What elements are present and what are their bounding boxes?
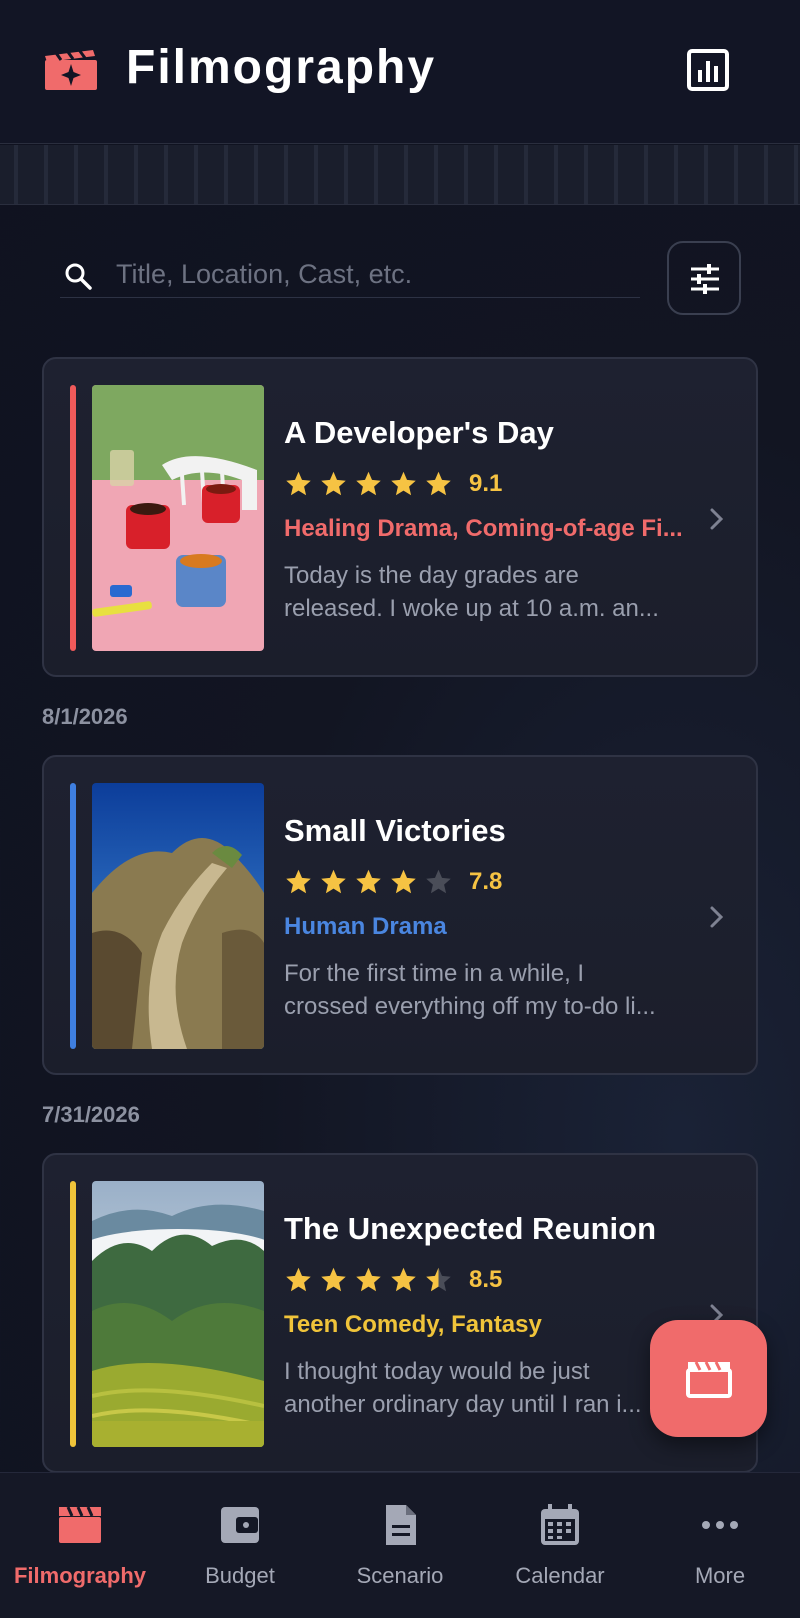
filmography-card[interactable]: Small Victories 7.8 Human Drama For the …	[42, 755, 758, 1075]
nav-item-budget[interactable]: Budget	[160, 1473, 320, 1618]
rating-value: 7.8	[469, 868, 503, 895]
filmography-card[interactable]: The Unexpected Reunion 8.5 Teen Comedy, …	[42, 1153, 758, 1473]
star-icon	[391, 1267, 416, 1292]
rating-value: 8.5	[469, 1266, 503, 1293]
card-thumbnail-image	[92, 1181, 264, 1447]
star-rating: 8.5	[284, 1265, 502, 1295]
star-icon	[391, 471, 416, 496]
card-genres: Teen Comedy, Fantasy	[284, 1311, 542, 1338]
search-bar	[60, 250, 640, 298]
description-line: crossed everything off my to-do li...	[284, 993, 656, 1020]
star-icon	[426, 471, 451, 496]
filmography-card[interactable]: A Developer's Day 9.1 Healing Drama, Com…	[42, 357, 758, 677]
app-header: Filmography	[0, 0, 800, 144]
nav-item-calendar[interactable]: Calendar	[480, 1473, 640, 1618]
filter-button[interactable]	[667, 241, 741, 315]
add-entry-fab[interactable]	[650, 1320, 767, 1437]
star-icon	[356, 1267, 381, 1292]
nav-item-filmography[interactable]: Filmography	[0, 1473, 160, 1618]
nav-label: Calendar	[515, 1563, 605, 1588]
star-icon	[356, 471, 381, 496]
filmstrip-decoration	[0, 145, 800, 205]
nav-label: More	[694, 1563, 746, 1588]
card-thumbnail-image	[92, 385, 264, 651]
date-label: 7/31/2026	[42, 1102, 140, 1127]
star-icon	[321, 1267, 346, 1292]
nav-label: Scenario	[356, 1563, 444, 1588]
bottom-navigation: Filmography Budget Scenario Calendar Mor…	[0, 1472, 800, 1618]
clapperboard-sparkle-icon	[45, 50, 97, 90]
chevron-right-icon	[710, 508, 724, 530]
calendar-icon	[541, 1504, 579, 1545]
sliders-icon	[691, 264, 719, 294]
clapperboard-icon	[59, 1506, 101, 1543]
star-empty-icon	[426, 869, 451, 894]
star-rating: 9.1	[284, 469, 502, 499]
clapperboard-icon	[686, 1361, 732, 1398]
card-title: The Unexpected Reunion	[284, 1211, 657, 1246]
chevron-right-icon	[710, 906, 724, 928]
rating-value: 9.1	[469, 470, 503, 497]
star-icon	[356, 869, 381, 894]
search-icon	[65, 263, 92, 290]
card-thumbnail-image	[92, 783, 264, 1049]
star-icon	[321, 869, 346, 894]
card-accent-bar	[70, 1181, 76, 1447]
date-label: 8/1/2026	[42, 704, 128, 729]
card-accent-bar	[70, 385, 76, 651]
card-title: Small Victories	[284, 813, 506, 848]
card-description: I thought today would be just another or…	[284, 1355, 694, 1421]
star-icon	[286, 869, 311, 894]
card-description: For the first time in a while, I crossed…	[284, 957, 694, 1023]
wallet-icon	[221, 1507, 259, 1543]
search-input[interactable]	[116, 254, 636, 294]
star-icon	[321, 471, 346, 496]
nav-label: Budget	[205, 1563, 275, 1588]
star-icon	[286, 471, 311, 496]
nav-item-more[interactable]: More	[640, 1473, 800, 1618]
star-rating: 7.8	[284, 867, 502, 897]
more-dots-icon	[702, 1521, 738, 1529]
description-line: released. I woke up at 10 a.m. an...	[284, 595, 659, 622]
description-line: I thought today would be just	[284, 1358, 590, 1385]
document-icon	[386, 1505, 416, 1545]
card-accent-bar	[70, 783, 76, 1049]
star-half-icon	[426, 1267, 451, 1292]
card-genres: Healing Drama, Coming-of-age Fi...	[284, 515, 683, 542]
card-title: A Developer's Day	[284, 415, 554, 450]
description-line: another ordinary day until I ran i...	[284, 1391, 642, 1418]
description-line: For the first time in a while, I	[284, 960, 585, 987]
card-description: Today is the day grades are released. I …	[284, 559, 694, 625]
description-line: Today is the day grades are	[284, 562, 579, 589]
card-genres: Human Drama	[284, 913, 447, 940]
star-icon	[286, 1267, 311, 1292]
star-icon	[391, 869, 416, 894]
nav-label: Filmography	[13, 1563, 146, 1588]
bar-chart-icon[interactable]	[686, 48, 730, 92]
nav-item-scenario[interactable]: Scenario	[320, 1473, 480, 1618]
app-title: Filmography	[126, 41, 437, 94]
